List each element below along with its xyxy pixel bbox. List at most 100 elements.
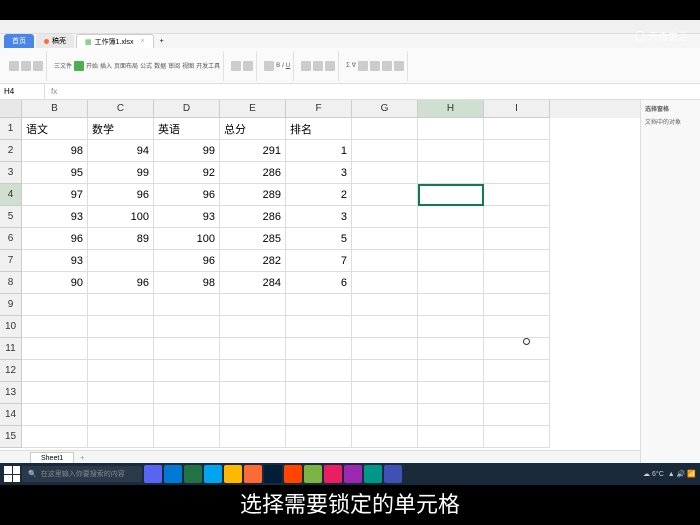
cell-G10[interactable] bbox=[352, 316, 418, 338]
cell-D10[interactable] bbox=[154, 316, 220, 338]
cell-H6[interactable] bbox=[418, 228, 484, 250]
cell-G1[interactable] bbox=[352, 118, 418, 140]
cell-H15[interactable] bbox=[418, 426, 484, 448]
cell-H14[interactable] bbox=[418, 404, 484, 426]
cell-F8[interactable]: 6 bbox=[286, 272, 352, 294]
taskbar-app-5[interactable] bbox=[224, 465, 242, 483]
cell-C8[interactable]: 96 bbox=[88, 272, 154, 294]
cell-I14[interactable] bbox=[484, 404, 550, 426]
cell-H10[interactable] bbox=[418, 316, 484, 338]
cell-F1[interactable]: 排名 bbox=[286, 118, 352, 140]
row-header-9[interactable]: 9 bbox=[0, 294, 22, 316]
cell-H3[interactable] bbox=[418, 162, 484, 184]
col-header-H[interactable]: H bbox=[418, 100, 484, 118]
row-header-11[interactable]: 11 bbox=[0, 338, 22, 360]
cell-E1[interactable]: 总分 bbox=[220, 118, 286, 140]
cell-E4[interactable]: 289 bbox=[220, 184, 286, 206]
taskbar-app-7[interactable] bbox=[264, 465, 282, 483]
cell-I1[interactable] bbox=[484, 118, 550, 140]
cell-F11[interactable] bbox=[286, 338, 352, 360]
fx-icon[interactable]: fx bbox=[45, 87, 63, 96]
cell-G15[interactable] bbox=[352, 426, 418, 448]
cell-C13[interactable] bbox=[88, 382, 154, 404]
cell-E6[interactable]: 285 bbox=[220, 228, 286, 250]
cell-B4[interactable]: 97 bbox=[22, 184, 88, 206]
cell-E14[interactable] bbox=[220, 404, 286, 426]
cell-G12[interactable] bbox=[352, 360, 418, 382]
cell-C10[interactable] bbox=[88, 316, 154, 338]
cell-C1[interactable]: 数学 bbox=[88, 118, 154, 140]
cell-D2[interactable]: 99 bbox=[154, 140, 220, 162]
row-header-12[interactable]: 12 bbox=[0, 360, 22, 382]
cell-D3[interactable]: 92 bbox=[154, 162, 220, 184]
col-header-B[interactable]: B bbox=[22, 100, 88, 118]
cell-H1[interactable] bbox=[418, 118, 484, 140]
new-tab-button[interactable]: + bbox=[156, 36, 168, 47]
cell-I13[interactable] bbox=[484, 382, 550, 404]
cell-I11[interactable] bbox=[484, 338, 550, 360]
cell-E3[interactable]: 286 bbox=[220, 162, 286, 184]
cell-C15[interactable] bbox=[88, 426, 154, 448]
cell-C6[interactable]: 89 bbox=[88, 228, 154, 250]
cell-C3[interactable]: 99 bbox=[88, 162, 154, 184]
cell-B10[interactable] bbox=[22, 316, 88, 338]
cell-C12[interactable] bbox=[88, 360, 154, 382]
ribbon-menu[interactable]: 三文件开始插入页面布局公式数据审阅视图开发工具 bbox=[51, 51, 224, 81]
cell-I7[interactable] bbox=[484, 250, 550, 272]
cell-C4[interactable]: 96 bbox=[88, 184, 154, 206]
row-header-7[interactable]: 7 bbox=[0, 250, 22, 272]
row-header-15[interactable]: 15 bbox=[0, 426, 22, 448]
taskbar-app-12[interactable] bbox=[364, 465, 382, 483]
cell-C14[interactable] bbox=[88, 404, 154, 426]
cell-D6[interactable]: 100 bbox=[154, 228, 220, 250]
row-header-13[interactable]: 13 bbox=[0, 382, 22, 404]
taskbar-app-13[interactable] bbox=[384, 465, 402, 483]
weather[interactable]: ☁ 6°C bbox=[643, 470, 664, 478]
cell-E12[interactable] bbox=[220, 360, 286, 382]
cell-I5[interactable] bbox=[484, 206, 550, 228]
cell-D9[interactable] bbox=[154, 294, 220, 316]
cell-H2[interactable] bbox=[418, 140, 484, 162]
row-header-5[interactable]: 5 bbox=[0, 206, 22, 228]
cell-D13[interactable] bbox=[154, 382, 220, 404]
cell-D7[interactable]: 96 bbox=[154, 250, 220, 272]
cell-C9[interactable] bbox=[88, 294, 154, 316]
cell-G3[interactable] bbox=[352, 162, 418, 184]
tab-2[interactable]: 稿壳 bbox=[36, 34, 74, 48]
cell-I4[interactable] bbox=[484, 184, 550, 206]
cell-C11[interactable] bbox=[88, 338, 154, 360]
cell-H8[interactable] bbox=[418, 272, 484, 294]
select-all-corner[interactable] bbox=[0, 100, 22, 118]
cell-E7[interactable]: 282 bbox=[220, 250, 286, 272]
cell-G7[interactable] bbox=[352, 250, 418, 272]
cell-D5[interactable]: 93 bbox=[154, 206, 220, 228]
cell-E10[interactable] bbox=[220, 316, 286, 338]
cell-G11[interactable] bbox=[352, 338, 418, 360]
taskbar-app-10[interactable] bbox=[324, 465, 342, 483]
cell-E8[interactable]: 284 bbox=[220, 272, 286, 294]
cell-E2[interactable]: 291 bbox=[220, 140, 286, 162]
cell-G4[interactable] bbox=[352, 184, 418, 206]
cell-B9[interactable] bbox=[22, 294, 88, 316]
cell-H12[interactable] bbox=[418, 360, 484, 382]
cell-G8[interactable] bbox=[352, 272, 418, 294]
cell-I3[interactable] bbox=[484, 162, 550, 184]
cell-B3[interactable]: 95 bbox=[22, 162, 88, 184]
cell-B7[interactable]: 93 bbox=[22, 250, 88, 272]
cell-G14[interactable] bbox=[352, 404, 418, 426]
cell-G5[interactable] bbox=[352, 206, 418, 228]
cell-I15[interactable] bbox=[484, 426, 550, 448]
cell-H11[interactable] bbox=[418, 338, 484, 360]
tab-workbook[interactable]: ▦工作簿1.xlsx× bbox=[76, 34, 154, 49]
add-sheet-button[interactable]: + bbox=[80, 455, 84, 462]
cell-D12[interactable] bbox=[154, 360, 220, 382]
cell-H5[interactable] bbox=[418, 206, 484, 228]
taskbar-app-9[interactable] bbox=[304, 465, 322, 483]
taskbar-app-6[interactable] bbox=[244, 465, 262, 483]
col-header-C[interactable]: C bbox=[88, 100, 154, 118]
cell-D14[interactable] bbox=[154, 404, 220, 426]
cell-E15[interactable] bbox=[220, 426, 286, 448]
cell-B12[interactable] bbox=[22, 360, 88, 382]
row-header-3[interactable]: 3 bbox=[0, 162, 22, 184]
taskbar-search[interactable]: 🔍在这里输入你要搜索的内容 bbox=[22, 466, 142, 482]
